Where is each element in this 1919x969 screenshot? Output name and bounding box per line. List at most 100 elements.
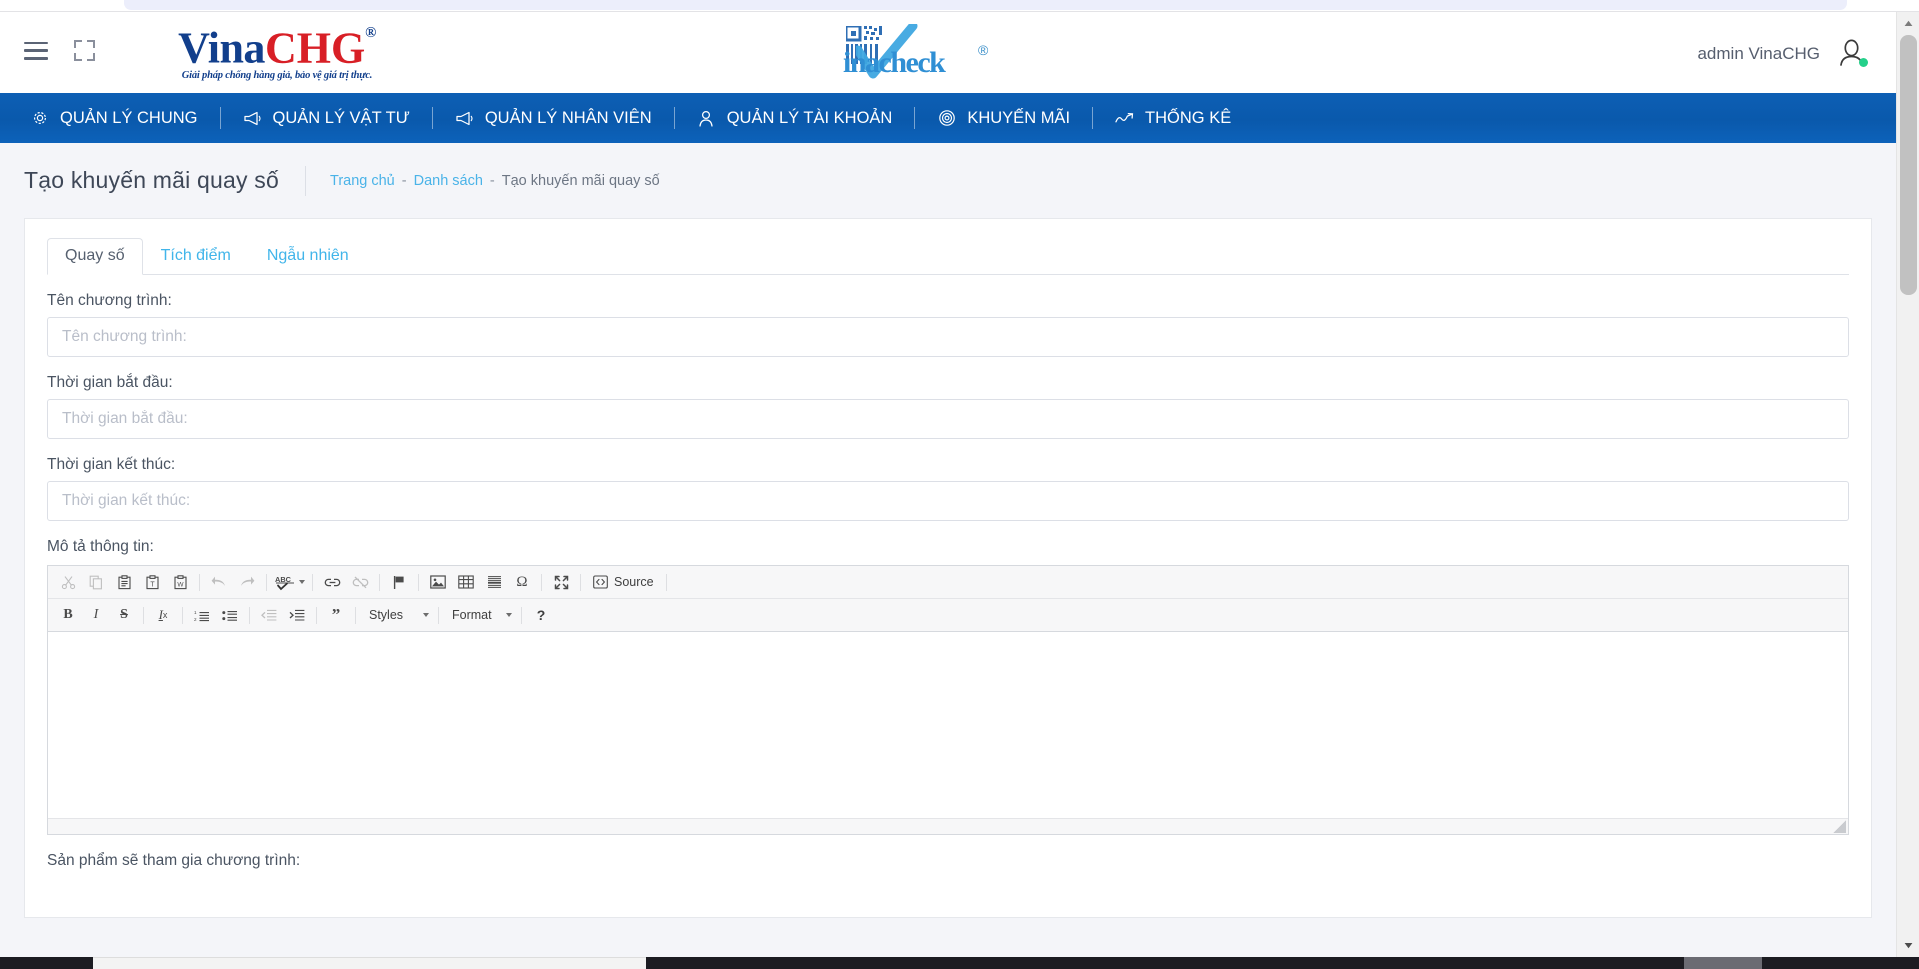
bold-icon[interactable]: B [55, 603, 81, 627]
svg-text:W: W [177, 581, 184, 588]
toolbar-separator [355, 606, 356, 624]
user-icon [697, 109, 716, 128]
image-icon[interactable] [425, 570, 451, 594]
label-end-time: Thời gian kết thúc: [47, 456, 176, 473]
toolbar-separator [580, 573, 581, 591]
bulleted-list-icon[interactable] [217, 603, 243, 627]
program-name-input[interactable] [47, 317, 1849, 357]
toolbar-separator [143, 606, 144, 624]
nav-item-quan-ly-chung[interactable]: QUẢN LÝ CHUNG [22, 93, 220, 143]
logo-text-vina: Vina [178, 23, 265, 73]
end-time-input[interactable] [47, 481, 1849, 521]
scrollbar-thumb[interactable] [1900, 35, 1917, 295]
table-icon[interactable] [453, 570, 479, 594]
page-scrollbar[interactable] [1896, 12, 1919, 957]
hamburger-menu-icon[interactable] [24, 41, 48, 60]
tab-quay-so[interactable]: Quay số [47, 238, 143, 275]
tab-tich-diem[interactable]: Tích điểm [143, 238, 249, 275]
source-label: Source [614, 575, 654, 589]
breadcrumb-item-home[interactable]: Trang chủ [330, 173, 395, 189]
nav-label: QUẢN LÝ CHUNG [60, 108, 198, 127]
horizontal-rule-icon[interactable] [481, 570, 507, 594]
editor-resize-handle[interactable] [1833, 820, 1846, 833]
nav-label: KHUYẾN MÃI [967, 108, 1071, 127]
scroll-down-arrow-icon[interactable] [1897, 934, 1919, 957]
anchor-flag-icon[interactable] [386, 570, 412, 594]
italic-icon[interactable]: I [83, 603, 109, 627]
breadcrumb-item-list[interactable]: Danh sách [414, 173, 483, 189]
toolbar-separator [521, 606, 522, 624]
svg-text:2: 2 [194, 616, 197, 621]
vinacheck-logo[interactable]: inacheck ® [838, 24, 1018, 82]
label-description: Mô tả thông tin: [47, 538, 154, 555]
undo-icon[interactable] [206, 570, 232, 594]
toolbar-separator [249, 606, 250, 624]
user-account-menu[interactable]: admin VinaCHG [1697, 39, 1868, 68]
title-divider [305, 165, 306, 196]
nav-item-quan-ly-tai-khoan[interactable]: QUẢN LÝ TÀI KHOẢN [675, 93, 915, 143]
cut-icon[interactable] [55, 570, 81, 594]
outdent-icon[interactable] [256, 603, 282, 627]
indent-icon[interactable] [284, 603, 310, 627]
styles-label: Styles [369, 608, 404, 622]
maximize-icon[interactable] [548, 570, 574, 594]
nav-label: QUẢN LÝ TÀI KHOẢN [726, 108, 893, 127]
tab-ngau-nhien[interactable]: Ngẫu nhiên [249, 238, 367, 275]
strikethrough-icon[interactable]: S [111, 603, 137, 627]
nav-item-khuyen-mai[interactable]: KHUYẾN MÃI [915, 93, 1092, 143]
toolbar-separator [438, 606, 439, 624]
breadcrumb-item-current: Tạo khuyến mãi quay số [501, 172, 660, 189]
chart-trend-icon [1115, 109, 1134, 128]
main-navigation: QUẢN LÝ CHUNG QUẢN LÝ VẬT TƯ QUẢN LÝ NHÂ… [0, 93, 1896, 143]
nav-item-quan-ly-vat-tu[interactable]: QUẢN LÝ VẬT TƯ [221, 93, 432, 143]
link-icon[interactable] [319, 570, 345, 594]
form-card: Quay số Tích điểm Ngẫu nhiên Tên chương … [24, 218, 1872, 918]
nav-item-quan-ly-nhan-vien[interactable]: QUẢN LÝ NHÂN VIÊN [433, 93, 674, 143]
editor-footer [48, 818, 1848, 834]
tab-bar: Quay số Tích điểm Ngẫu nhiên [47, 237, 1849, 275]
numbered-list-icon[interactable]: 12 [189, 603, 215, 627]
special-character-icon[interactable]: Ω [509, 570, 535, 594]
editor-content-area[interactable] [48, 632, 1848, 818]
os-taskbar [0, 957, 1919, 969]
page-viewport: VinaCHG® Giải pháp chống hàng giả, bảo v… [0, 12, 1896, 957]
label-start-time: Thời gian bắt đầu: [47, 374, 173, 391]
taskbar-active-window[interactable] [93, 957, 646, 969]
browser-tab-strip [124, 0, 1847, 10]
fullscreen-expand-icon[interactable] [74, 40, 95, 61]
redo-icon[interactable] [234, 570, 260, 594]
field-group-end-time: Thời gian kết thúc: [47, 456, 1849, 521]
scroll-up-arrow-icon[interactable] [1897, 12, 1919, 35]
about-help-icon[interactable]: ? [528, 603, 554, 627]
chevron-down-icon [506, 613, 512, 617]
breadcrumb-separator: - [401, 172, 407, 189]
nav-item-thong-ke[interactable]: THỐNG KÊ [1093, 93, 1253, 143]
paste-text-icon[interactable]: T [139, 570, 165, 594]
taskbar-segment[interactable] [1684, 957, 1762, 969]
styles-dropdown[interactable]: Styles [361, 603, 433, 627]
chevron-down-icon [423, 613, 429, 617]
source-button[interactable]: Source [586, 570, 661, 594]
page-title: Tạo khuyến mãi quay số [24, 167, 279, 193]
field-group-program-name: Tên chương trình: [47, 292, 1849, 357]
remove-format-icon[interactable]: Ix [150, 603, 176, 627]
unlink-icon[interactable] [347, 570, 373, 594]
vinacheck-registered-mark: ® [978, 42, 989, 58]
paste-icon[interactable] [111, 570, 137, 594]
label-program-name: Tên chương trình: [47, 292, 172, 309]
copy-icon[interactable] [83, 570, 109, 594]
vinachg-logo[interactable]: VinaCHG® Giải pháp chống hàng giả, bảo v… [147, 20, 407, 81]
about-label: ? [536, 607, 546, 623]
rich-text-editor: T W ABC Ω Source B I S I x 1 2 ” Styles … [47, 565, 1849, 835]
nav-label: QUẢN LÝ NHÂN VIÊN [484, 108, 652, 127]
spellcheck-icon[interactable]: ABC [272, 570, 307, 594]
start-time-input[interactable] [47, 399, 1849, 439]
paste-word-icon[interactable]: W [167, 570, 193, 594]
avatar[interactable] [1837, 39, 1868, 68]
logo-text-chg: CHG [264, 23, 366, 73]
blockquote-icon[interactable]: ” [323, 603, 349, 627]
toolbar-separator [379, 573, 380, 591]
status-badge-online [1859, 58, 1868, 67]
editor-toolbar-row-2: B I S Ix 12 ” Styles Format ? [48, 599, 1848, 632]
format-dropdown[interactable]: Format [444, 603, 516, 627]
